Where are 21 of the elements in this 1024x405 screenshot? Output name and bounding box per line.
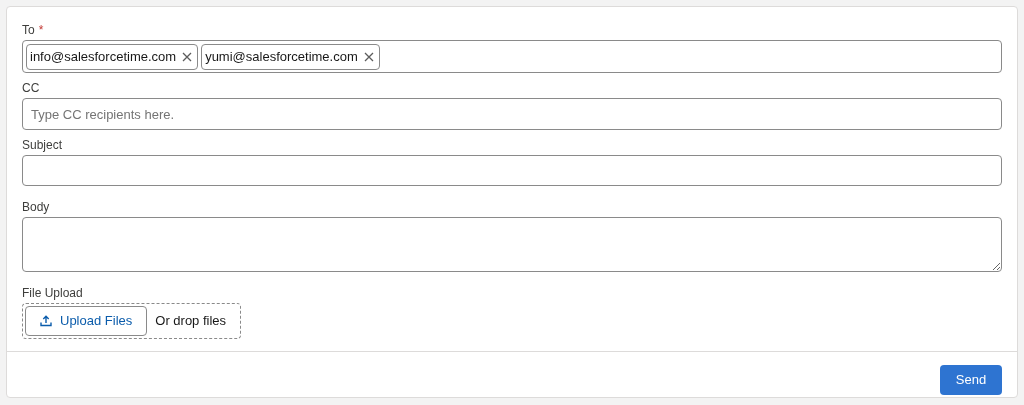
field-label: Body — [22, 200, 50, 214]
close-icon[interactable] — [363, 51, 374, 62]
drop-hint: Or drop files — [155, 312, 228, 331]
file-drop-zone[interactable]: Upload Files Or drop files — [22, 303, 242, 339]
upload-files-button[interactable]: Upload Files — [25, 306, 148, 336]
to-field[interactable]: info@salesforcetime.com yumi@salesforcetime.com — [22, 40, 1002, 73]
send-button[interactable]: Send — [940, 365, 1002, 395]
field-label: To — [22, 23, 35, 37]
recipient-pill[interactable]: yumi@salesforcetime.com — [201, 43, 380, 70]
upload-icon — [40, 315, 52, 327]
field-label: Subject — [22, 138, 63, 152]
recipient-email: yumi@salesforcetime.com — [205, 47, 358, 66]
subject-field[interactable] — [22, 155, 1002, 186]
field-label: File Upload — [22, 286, 83, 300]
field-label: CC — [22, 81, 40, 95]
cc-field[interactable]: Type CC recipients here. — [22, 98, 1002, 130]
recipient-email: info@salesforcetime.com — [30, 47, 177, 66]
recipient-pill[interactable]: info@salesforcetime.com — [26, 43, 199, 70]
required-mark: * — [38, 23, 44, 37]
body-field[interactable] — [22, 217, 1002, 272]
close-icon[interactable] — [182, 51, 193, 62]
